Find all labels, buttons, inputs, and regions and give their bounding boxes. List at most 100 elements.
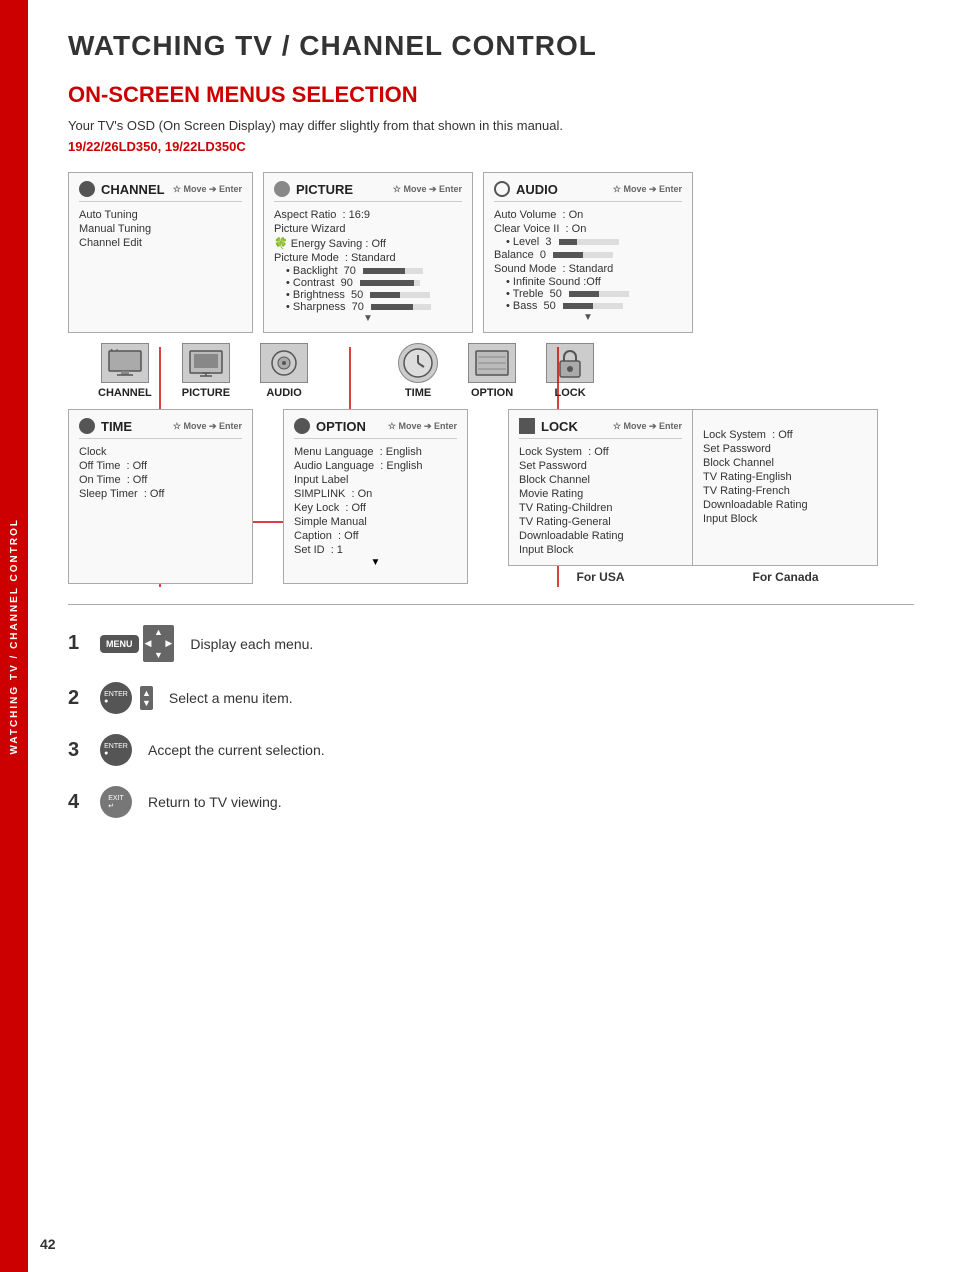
- diagram-container: CHANNEL ☆ Move ➔ Enter Auto Tuning Manua…: [68, 172, 928, 584]
- lock-system-item-canada: Lock System : Off: [703, 428, 867, 442]
- infinite-sound-item: • Infinite Sound :Off: [494, 276, 682, 288]
- option-menu-box: OPTION ☆ Move ➔ Enter Menu Language : En…: [283, 409, 468, 584]
- block-channel-item-canada: Block Channel: [703, 456, 867, 470]
- step-4-number: 4: [68, 791, 84, 814]
- sidebar-label: WATCHING TV / CHANNEL CONTROL: [9, 518, 20, 755]
- clock-item: Clock: [79, 445, 242, 459]
- page-title: WATCHING TV / CHANNEL CONTROL: [68, 30, 914, 62]
- input-label-item: Input Label: [294, 473, 457, 487]
- model-numbers: 19/22/26LD350, 19/22LD350C: [68, 139, 914, 154]
- enter-button-1[interactable]: ENTER●: [100, 682, 132, 714]
- picture-center-icon: PICTURE: [182, 343, 230, 399]
- movie-rating-item-usa: Movie Rating: [519, 487, 682, 501]
- menu-language-item: Menu Language : English: [294, 445, 457, 459]
- exit-button[interactable]: EXIT↵: [100, 786, 132, 818]
- channel-tv-icon: [101, 343, 149, 383]
- channel-center-icon: CHANNEL: [98, 343, 152, 399]
- sidebar: WATCHING TV / CHANNEL CONTROL: [0, 0, 28, 1272]
- downloadable-rating-item-usa: Downloadable Rating: [519, 529, 682, 543]
- tv-rating-french-item: TV Rating-French: [703, 484, 867, 498]
- channel-edit-item: Channel Edit: [79, 236, 242, 250]
- section-title: ON-SCREEN MENUS SELECTION: [68, 82, 914, 108]
- step-4-button: EXIT↵: [100, 786, 132, 818]
- level-item: • Level 3: [494, 236, 682, 248]
- tv-rating-children-item: TV Rating-Children: [519, 501, 682, 515]
- bass-item: • Bass 50: [494, 300, 682, 312]
- sound-mode-item: Sound Mode : Standard: [494, 262, 682, 276]
- auto-tuning-item: Auto Tuning: [79, 208, 242, 222]
- time-icon: [79, 418, 95, 434]
- step-3-text: Accept the current selection.: [148, 742, 325, 758]
- simplink-item: SIMPLINK : On: [294, 487, 457, 501]
- audio-center-icon: AUDIO: [260, 343, 308, 399]
- picture-icon-circle: [274, 181, 290, 197]
- picture-menu-box: PICTURE ☆ Move ➔ Enter Aspect Ratio : 16…: [263, 172, 473, 333]
- time-clock-icon: [398, 343, 438, 383]
- for-labels: For USA For Canada: [508, 566, 878, 584]
- page-number: 42: [40, 1236, 56, 1252]
- audio-speaker-icon: [260, 343, 308, 383]
- tv-rating-general-item: TV Rating-General: [519, 515, 682, 529]
- lock-usa-title: LOCK ☆ Move ➔ Enter: [519, 418, 682, 439]
- caption-item: Caption : Off: [294, 529, 457, 543]
- step-3-number: 3: [68, 739, 84, 762]
- step-3-button: ENTER●: [100, 734, 132, 766]
- channel-menu-box: CHANNEL ☆ Move ➔ Enter Auto Tuning Manua…: [68, 172, 253, 333]
- picture-box-title: PICTURE ☆ Move ➔ Enter: [274, 181, 462, 202]
- for-canada-label: For Canada: [693, 570, 878, 584]
- subtitle: Your TV's OSD (On Screen Display) may di…: [68, 118, 914, 133]
- backlight-item: • Backlight 70: [274, 265, 462, 277]
- lock-padlock-icon: [546, 343, 594, 383]
- on-time-item: On Time : Off: [79, 473, 242, 487]
- sharpness-item: • Sharpness 70: [274, 301, 462, 313]
- contrast-item: • Contrast 90: [274, 277, 462, 289]
- tv-rating-english-item: TV Rating-English: [703, 470, 867, 484]
- step-1-number: 1: [68, 632, 84, 655]
- set-password-item-canada: Set Password: [703, 442, 867, 456]
- audio-menu-box: AUDIO ☆ Move ➔ Enter Auto Volume : On Cl…: [483, 172, 693, 333]
- step-1-button: MENU ▲ ◀ ▶ ▼: [100, 625, 174, 662]
- set-id-item: Set ID : 1: [294, 543, 457, 557]
- lock-system-item-usa: Lock System : Off: [519, 445, 682, 459]
- step-2-text: Select a menu item.: [169, 690, 293, 706]
- option-icon: [294, 418, 310, 434]
- divider: [68, 604, 914, 605]
- step-4-row: 4 EXIT↵ Return to TV viewing.: [68, 786, 914, 818]
- step-2-number: 2: [68, 687, 84, 710]
- off-time-item: Off Time : Off: [79, 459, 242, 473]
- time-center-icon: TIME: [398, 343, 438, 399]
- step-3-row: 3 ENTER● Accept the current selection.: [68, 734, 914, 766]
- lock-center-icon: LOCK: [546, 343, 594, 399]
- simple-manual-item: Simple Manual: [294, 515, 457, 529]
- steps-section: 1 MENU ▲ ◀ ▶ ▼ Display each menu.: [68, 625, 914, 818]
- key-lock-item: Key Lock : Off: [294, 501, 457, 515]
- picture-mode-item: Picture Mode : Standard: [274, 251, 462, 265]
- menu-button[interactable]: MENU: [100, 635, 139, 653]
- aspect-ratio-item: Aspect Ratio : 16:9: [274, 208, 462, 222]
- sleep-timer-item: Sleep Timer : Off: [79, 487, 242, 501]
- enter-button-2[interactable]: ENTER●: [100, 734, 132, 766]
- step-2-button: ENTER● ▲ ▼: [100, 682, 153, 714]
- option-box-title: OPTION ☆ Move ➔ Enter: [294, 418, 457, 439]
- set-password-item-usa: Set Password: [519, 459, 682, 473]
- input-block-item-canada: Input Block: [703, 512, 867, 526]
- input-block-item-usa: Input Block: [519, 543, 682, 557]
- step-1-row: 1 MENU ▲ ◀ ▶ ▼ Display each menu.: [68, 625, 914, 662]
- treble-item: • Treble 50: [494, 288, 682, 300]
- manual-tuning-item: Manual Tuning: [79, 222, 242, 236]
- step-1-text: Display each menu.: [190, 636, 313, 652]
- channel-icon-circle: [79, 181, 95, 197]
- lock-boxes-row: LOCK ☆ Move ➔ Enter Lock System : Off Se…: [508, 409, 878, 566]
- picture-monitor-icon: [182, 343, 230, 383]
- lock-canada-box: Lock System : Off Set Password Block Cha…: [693, 409, 878, 566]
- top-menu-row: CHANNEL ☆ Move ➔ Enter Auto Tuning Manua…: [68, 172, 928, 333]
- audio-language-item: Audio Language : English: [294, 459, 457, 473]
- for-usa-label: For USA: [508, 570, 693, 584]
- downloadable-rating-item-canada: Downloadable Rating: [703, 498, 867, 512]
- step-2-row: 2 ENTER● ▲ ▼ Select a menu item.: [68, 682, 914, 714]
- auto-volume-item: Auto Volume : On: [494, 208, 682, 222]
- option-center-icon: OPTION: [468, 343, 516, 399]
- lock-area: LOCK ☆ Move ➔ Enter Lock System : Off Se…: [508, 409, 878, 584]
- audio-box-title: AUDIO ☆ Move ➔ Enter: [494, 181, 682, 202]
- brightness-item: • Brightness 50: [274, 289, 462, 301]
